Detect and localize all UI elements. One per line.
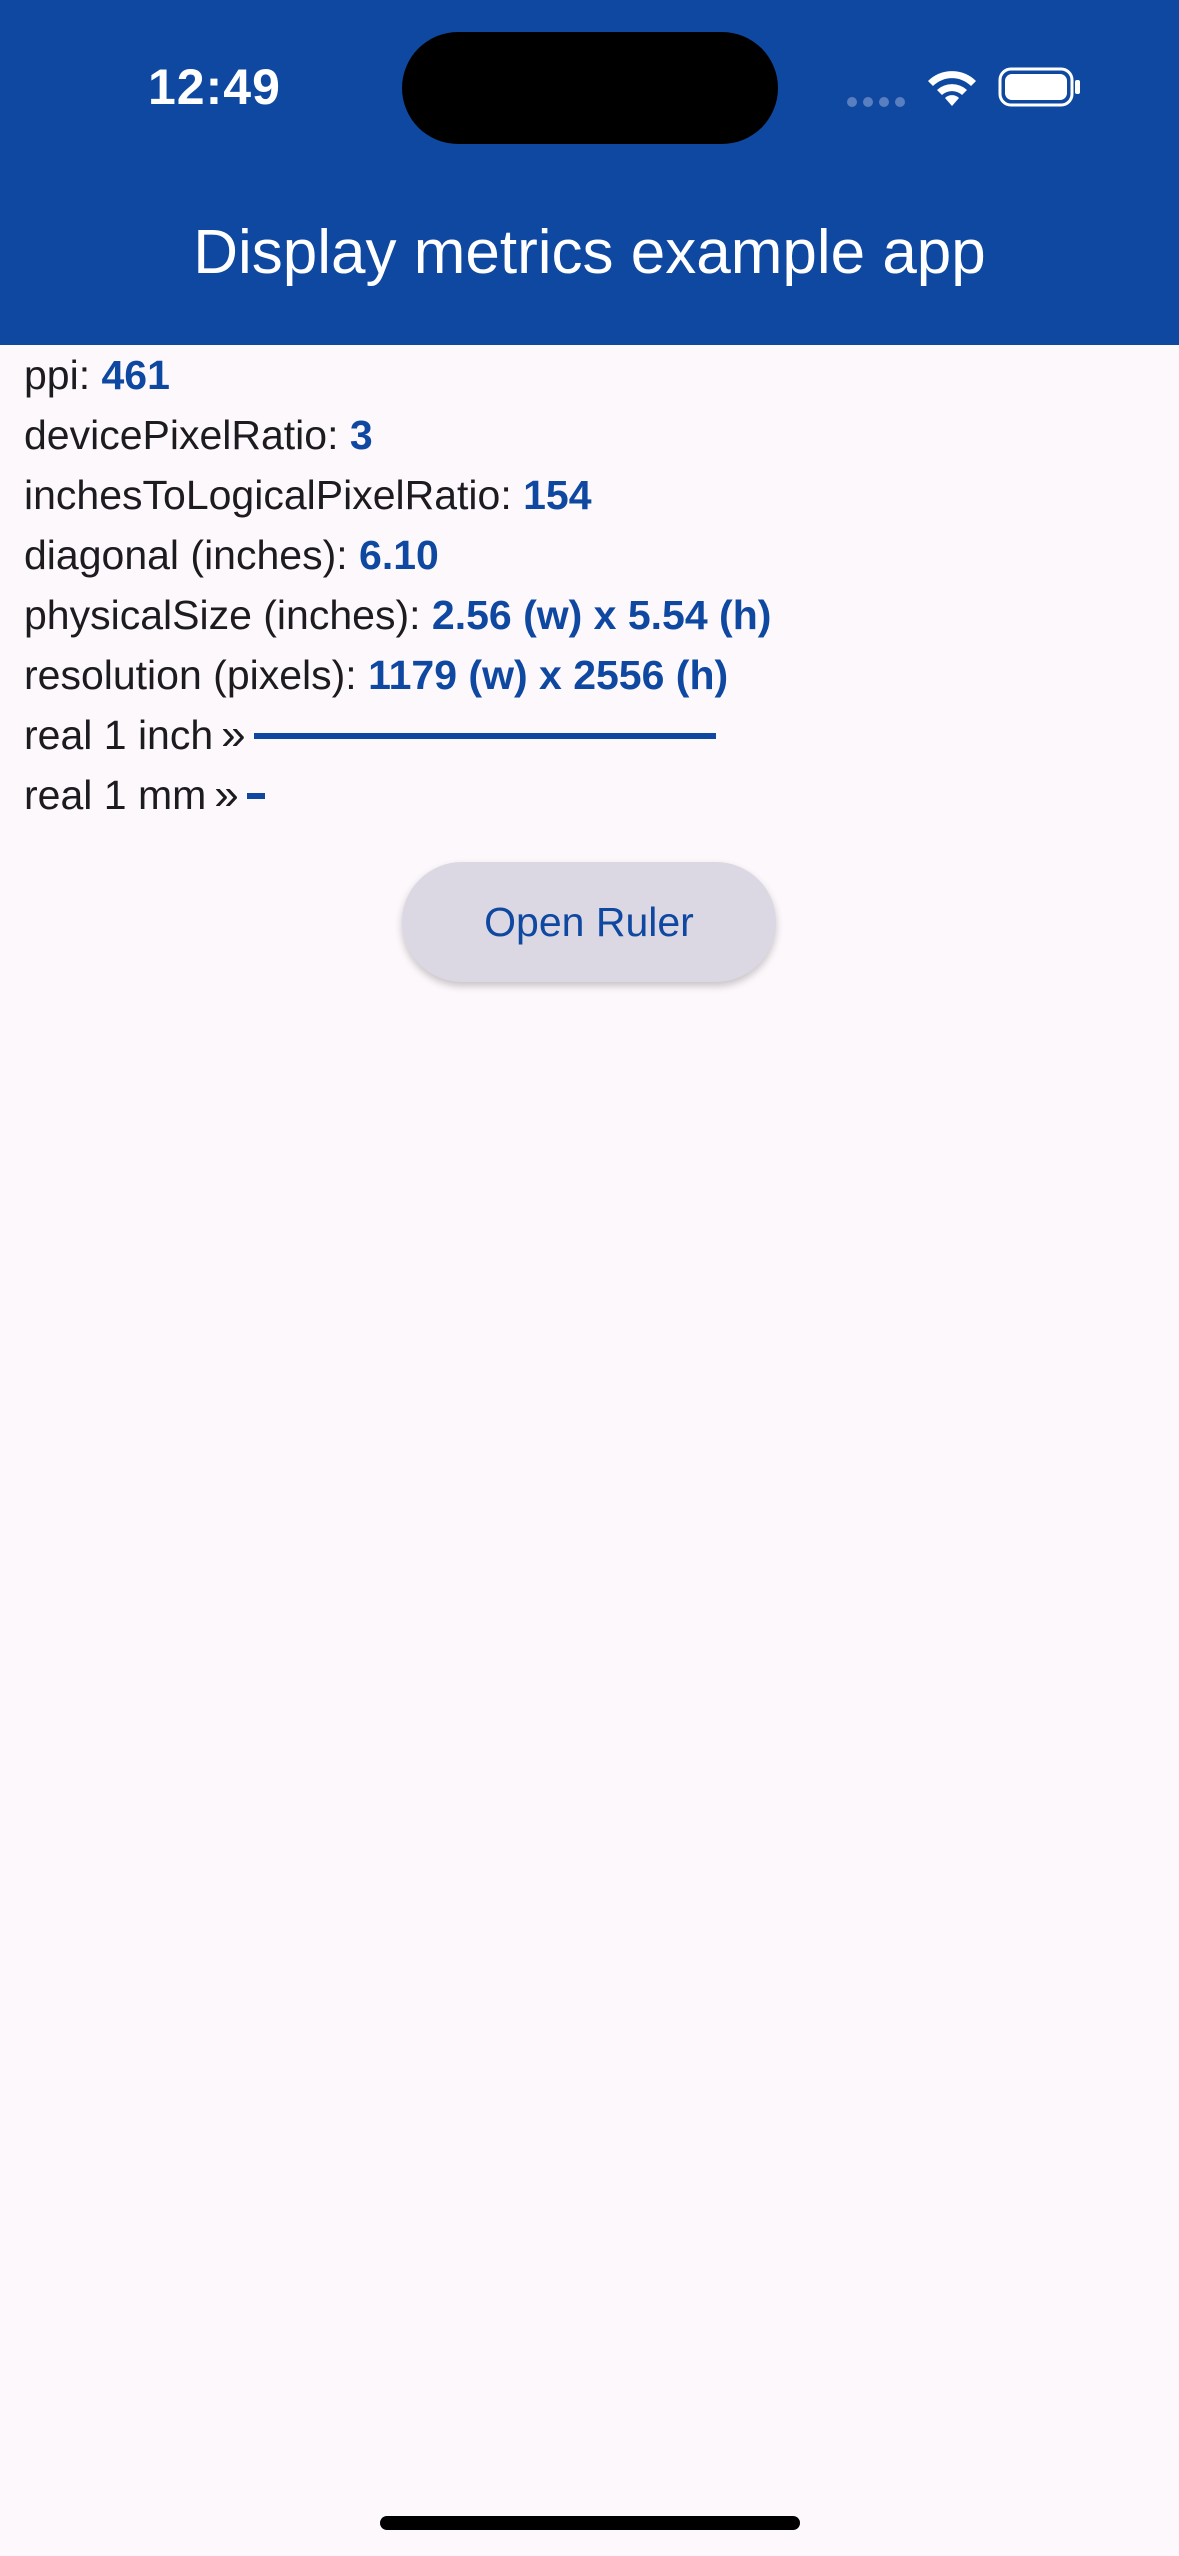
metric-ppi: ppi: 461 — [24, 345, 1164, 405]
metric-inches-to-logical-pixel-ratio: inchesToLogicalPixelRatio: 154 — [24, 465, 1164, 525]
chevron-right-icon: » — [221, 710, 246, 759]
metric-value: 1179 (w) x 2556 (h) — [368, 652, 729, 698]
ruler-mm-line — [246, 793, 265, 800]
metric-value: 3 — [349, 412, 373, 458]
app-bar: 12:49 Display metrics example app — [0, 0, 1179, 345]
metric-label: physicalSize (inches): — [24, 592, 432, 638]
metric-label: inchesToLogicalPixelRatio: — [24, 472, 524, 518]
metrics-list: ppi: 461 devicePixelRatio: 3 inchesToLog… — [24, 345, 1164, 825]
metric-value: 6.10 — [359, 532, 439, 578]
metric-value: 154 — [523, 472, 592, 518]
wifi-icon — [928, 71, 976, 106]
metric-diagonal: diagonal (inches): 6.10 — [24, 525, 1164, 585]
home-indicator[interactable] — [380, 2516, 800, 2530]
metric-physical-size: physicalSize (inches): 2.56 (w) x 5.54 (… — [24, 585, 1164, 645]
open-ruler-button[interactable]: Open Ruler — [402, 862, 776, 982]
metric-label: ppi: — [24, 352, 102, 398]
metric-value: 2.56 (w) x 5.54 (h) — [431, 592, 772, 638]
metric-label: diagonal (inches): — [24, 532, 360, 578]
signal-icon — [847, 97, 905, 107]
app-title: Display metrics example app — [193, 218, 986, 287]
battery-icon — [998, 67, 1080, 107]
ruler-mm-row: real 1 mm» — [24, 765, 1164, 825]
ruler-inch-row: real 1 inch» — [24, 705, 1164, 765]
chevron-right-icon: » — [214, 770, 239, 819]
metric-label: resolution (pixels): — [24, 652, 369, 698]
metric-device-pixel-ratio: devicePixelRatio: 3 — [24, 405, 1164, 465]
dynamic-island — [402, 32, 778, 144]
ruler-inch-label: real 1 inch — [24, 712, 214, 758]
metric-resolution: resolution (pixels): 1179 (w) x 2556 (h) — [24, 645, 1164, 705]
ruler-inch-line — [253, 733, 716, 740]
metric-label: devicePixelRatio: — [24, 412, 350, 458]
metric-value: 461 — [101, 352, 170, 398]
ruler-mm-label: real 1 mm — [24, 772, 207, 818]
status-time: 12:49 — [148, 59, 281, 115]
